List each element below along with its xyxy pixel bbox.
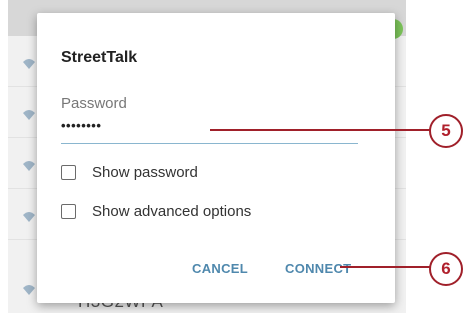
wifi-icon <box>23 212 35 222</box>
show-password-checkbox[interactable] <box>61 165 76 180</box>
callout-6: 6 <box>429 252 463 286</box>
password-underline <box>61 143 358 144</box>
show-password-label: Show password <box>92 164 198 181</box>
callout-5: 5 <box>429 114 463 148</box>
wifi-icon <box>23 161 35 171</box>
wifi-icon <box>23 59 35 69</box>
wifi-password-dialog: StreetTalk Password •••••••• Show passwo… <box>37 13 395 303</box>
show-advanced-checkbox[interactable] <box>61 204 76 219</box>
cancel-button[interactable]: CANCEL <box>192 261 248 276</box>
callout-line-password <box>210 129 430 131</box>
password-field[interactable]: •••••••• <box>61 118 101 133</box>
wifi-icon <box>23 285 35 295</box>
dialog-title: StreetTalk <box>61 49 138 66</box>
show-advanced-label: Show advanced options <box>92 203 252 220</box>
show-advanced-row[interactable]: Show advanced options <box>61 203 251 220</box>
callout-line-connect <box>340 266 430 268</box>
connect-button[interactable]: CONNECT <box>285 261 351 276</box>
show-password-row[interactable]: Show password <box>61 164 198 181</box>
wifi-icon <box>23 110 35 120</box>
password-label: Password <box>61 95 127 112</box>
